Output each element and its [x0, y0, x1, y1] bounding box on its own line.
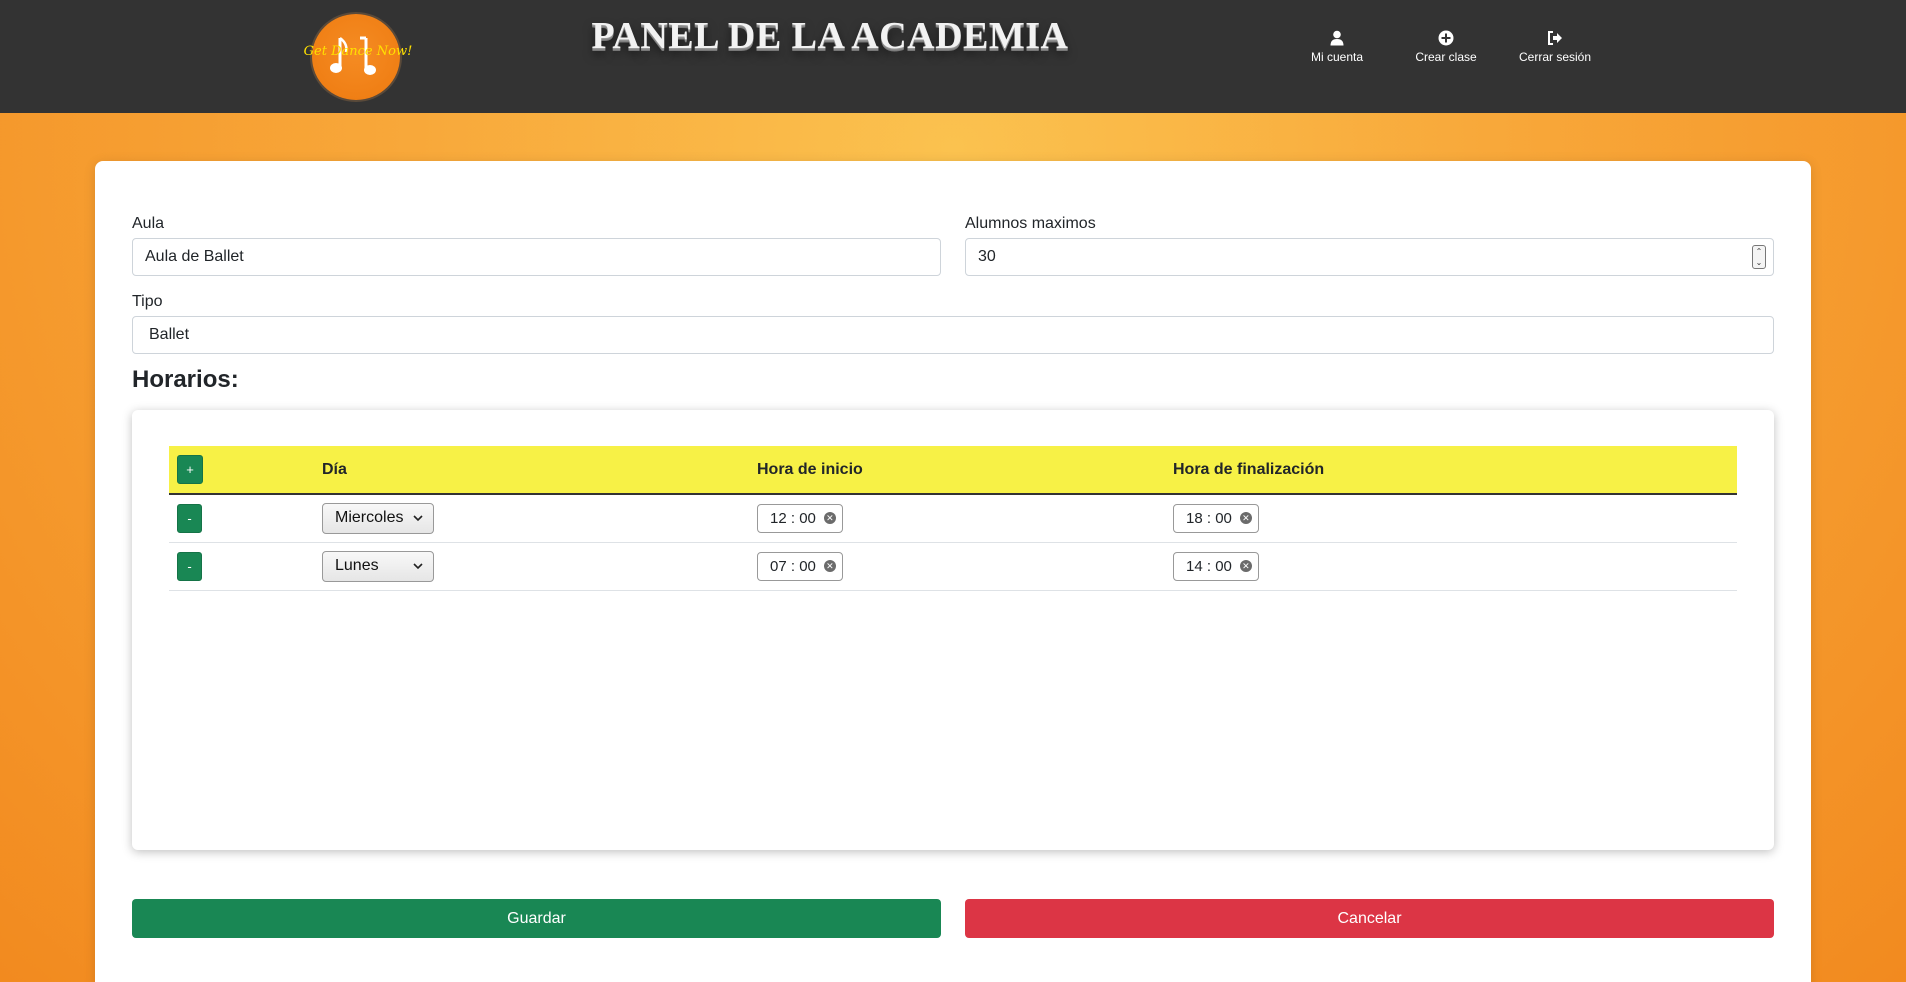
nav-my-account-label: Mi cuenta [1310, 50, 1364, 64]
clear-time-icon[interactable]: ✕ [823, 512, 836, 525]
dia-select[interactable]: Miercoles [322, 502, 434, 534]
alumnos-spinner[interactable]: ⌃ ⌄ [1752, 245, 1766, 269]
table-row: - Lunes 07 : 00 ✕ 14: 00 ✕ [169, 542, 1737, 591]
clear-time-icon[interactable]: ✕ [1239, 560, 1252, 572]
spinner-down-icon[interactable]: ⌄ [1753, 257, 1765, 268]
save-button[interactable]: Guardar [132, 899, 941, 938]
column-header-hora-fin: Hora de finalización [1165, 446, 1737, 495]
horarios-table: + Día Hora de inicio Hora de finalizació… [169, 446, 1737, 591]
hora-inicio-cell: 07 : 00 ✕ [749, 542, 1165, 591]
hour-value: 14 [1186, 557, 1203, 575]
nav-create-class[interactable]: Crear clase [1396, 30, 1496, 64]
spinner-up-icon[interactable]: ⌃ [1753, 246, 1765, 257]
plus-circle-icon [1438, 30, 1454, 46]
minute-value: 00 [1215, 509, 1232, 527]
tipo-label: Tipo [132, 293, 163, 310]
user-icon [1330, 30, 1344, 46]
page-title: PANEL DE LA ACADEMIA [591, 15, 1069, 57]
nav-create-class-label: Crear clase [1415, 50, 1477, 64]
alumnos-input[interactable] [965, 238, 1774, 276]
add-schedule-button[interactable]: + [177, 455, 203, 484]
minute-value: 00 [1215, 557, 1232, 575]
dia-select-value: Lunes [335, 557, 379, 574]
logo-text: Get Dance Now! [303, 44, 413, 59]
hora-fin-input[interactable]: 14 : 00 ✕ [1173, 551, 1259, 581]
hora-fin-cell: 18 : 00 ✕ [1165, 494, 1737, 543]
column-header-dia: Día [314, 446, 749, 495]
dia-select[interactable]: Lunes [322, 550, 434, 582]
alumnos-number-field: ⌃ ⌄ [965, 238, 1774, 276]
top-navbar: Get Dance Now! PANEL DE LA ACADEMIA Mi c… [0, 0, 1906, 113]
hour-value: 07 [770, 557, 787, 575]
class-form-card: Aula Alumnos maximos ⌃ ⌄ Tipo Horarios: … [95, 161, 1811, 982]
alumnos-label: Alumnos maximos [965, 215, 1096, 232]
add-column-header: + [169, 446, 314, 495]
hora-fin-input[interactable]: 18 : 00 ✕ [1173, 503, 1259, 533]
aula-input[interactable] [132, 238, 941, 276]
hora-inicio-input[interactable]: 12 : 00 ✕ [757, 503, 843, 533]
remove-cell: - [169, 542, 314, 591]
hour-value: 18 [1186, 509, 1203, 527]
table-header-row: + Día Hora de inicio Hora de finalizació… [169, 446, 1737, 495]
chevron-down-icon [413, 515, 423, 521]
academy-logo[interactable]: Get Dance Now! [304, 14, 412, 100]
aula-label: Aula [132, 215, 165, 232]
horarios-title: Horarios: [132, 366, 239, 393]
hora-inicio-input[interactable]: 07 : 00 ✕ [757, 551, 843, 581]
chevron-down-icon [413, 562, 423, 569]
remove-schedule-button[interactable]: - [177, 503, 202, 533]
minute-value: 00 [799, 509, 816, 527]
remove-cell: - [169, 494, 314, 543]
table-row: - Miercoles 12 : 00 ✕ 18: 00 ✕ [169, 494, 1737, 543]
horarios-card: + Día Hora de inicio Hora de finalizació… [132, 410, 1774, 850]
sign-out-icon [1548, 31, 1562, 45]
cancel-button[interactable]: Cancelar [965, 899, 1774, 938]
clear-time-icon[interactable]: ✕ [823, 560, 836, 572]
hora-inicio-cell: 12 : 00 ✕ [749, 494, 1165, 543]
remove-schedule-button[interactable]: - [177, 551, 202, 581]
nav-logout-label: Cerrar sesión [1518, 50, 1592, 64]
column-header-hora-inicio: Hora de inicio [749, 446, 1165, 495]
tipo-input[interactable] [132, 316, 1774, 354]
dia-cell: Miercoles [314, 494, 749, 543]
clear-time-icon[interactable]: ✕ [1239, 512, 1252, 525]
nav-my-account[interactable]: Mi cuenta [1287, 30, 1387, 64]
hour-value: 12 [770, 509, 787, 527]
nav-logout[interactable]: Cerrar sesión [1505, 30, 1605, 64]
hora-fin-cell: 14 : 00 ✕ [1165, 542, 1737, 591]
dia-cell: Lunes [314, 542, 749, 591]
dia-select-value: Miercoles [335, 509, 404, 527]
minute-value: 00 [799, 557, 816, 575]
